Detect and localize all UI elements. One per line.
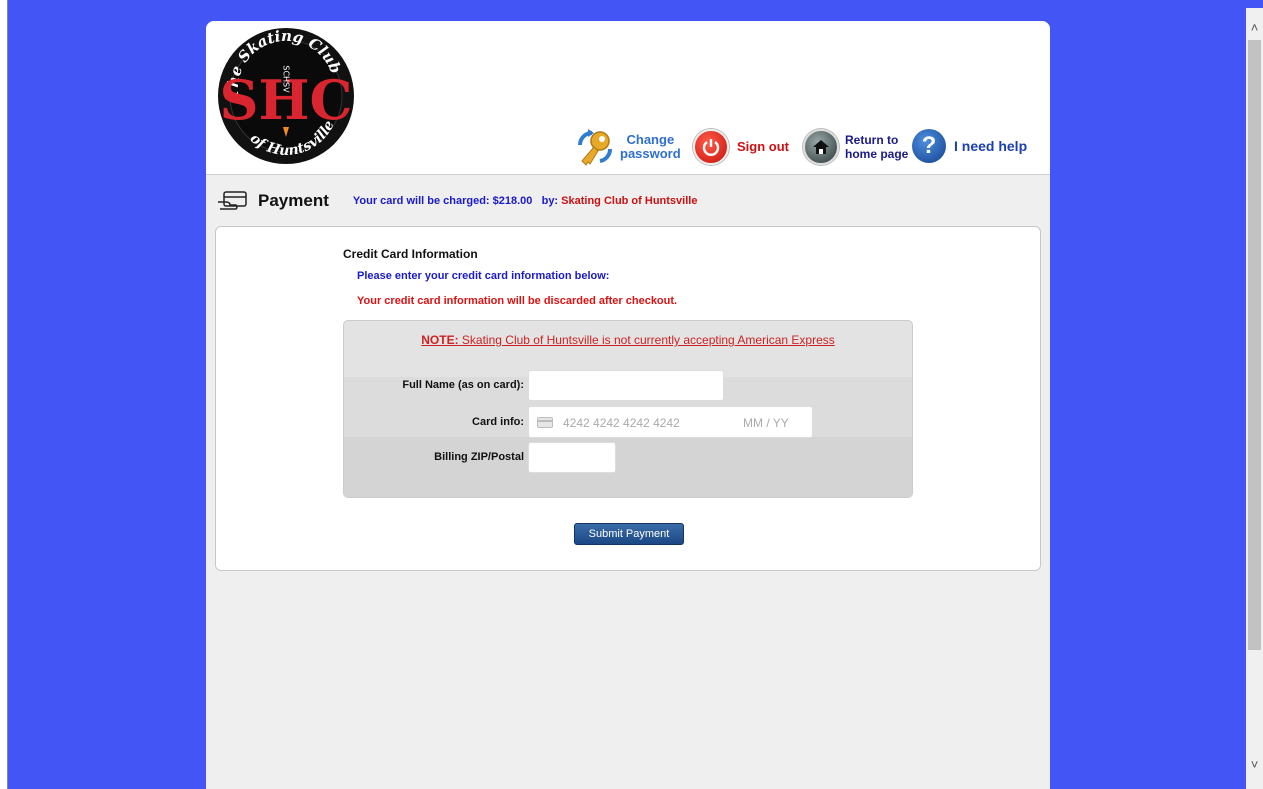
- help-label: I need help: [954, 138, 1028, 154]
- charge-organization: Skating Club of Huntsville: [561, 195, 698, 207]
- question-icon: ?: [912, 129, 946, 163]
- browser-top-strip: [8, 0, 1246, 8]
- full-name-label: Full Name (as on card):: [402, 379, 524, 391]
- card-info-label: Card info:: [472, 416, 524, 428]
- change-password-button[interactable]: Change password: [574, 127, 681, 167]
- credit-card-warning: Your credit card information will be dis…: [357, 295, 678, 307]
- help-button[interactable]: ? I need help: [912, 129, 1027, 163]
- return-home-line1: Return to: [845, 133, 899, 147]
- sign-out-label: Sign out: [737, 139, 789, 154]
- charge-summary: Your card will be charged: $218.00 by: S…: [353, 195, 698, 207]
- payment-title: Payment: [258, 191, 329, 210]
- home-icon: [803, 129, 839, 165]
- note-text: Skating Club of Huntsville is not curren…: [461, 333, 835, 347]
- credit-card-title: Credit Card Information: [343, 247, 478, 261]
- charge-prefix: Your card will be charged:: [352, 195, 490, 207]
- power-icon: [693, 129, 729, 165]
- submit-payment-button[interactable]: Submit Payment: [574, 523, 684, 545]
- page-container: The Skating Club of Huntsville SHC SCHSV…: [206, 21, 1050, 789]
- payment-header: Payment Your card will be charged: $218.…: [216, 187, 697, 215]
- credit-card-panel: Credit Card Information Please enter you…: [215, 226, 1041, 571]
- amex-note: NOTE: Skating Club of Huntsville is not …: [344, 333, 912, 347]
- scroll-up-arrow-icon[interactable]: ˄: [1246, 18, 1263, 38]
- site-header: The Skating Club of Huntsville SHC SCHSV…: [206, 21, 1050, 175]
- key-icon: [578, 129, 613, 166]
- browser-left-edge: [0, 0, 8, 789]
- hand-card-icon: [218, 191, 247, 210]
- zip-input[interactable]: [528, 442, 616, 473]
- sign-out-button[interactable]: Sign out: [693, 129, 789, 165]
- change-password-line1: Change: [626, 132, 675, 147]
- skating-club-logo[interactable]: The Skating Club of Huntsville SHC SCHSV: [217, 27, 355, 165]
- return-home-button[interactable]: Return to home page: [803, 129, 908, 165]
- change-password-line2: password: [620, 146, 681, 161]
- full-name-input[interactable]: [528, 370, 724, 401]
- charge-by: by:: [541, 195, 559, 207]
- zip-label: Billing ZIP/Postal: [434, 451, 524, 463]
- return-home-line2: home page: [845, 147, 909, 161]
- credit-card-icon: [537, 417, 553, 428]
- card-number-placeholder[interactable]: 4242 4242 4242 4242: [563, 416, 680, 430]
- card-info-input[interactable]: 4242 4242 4242 4242 MM / YY: [528, 406, 813, 438]
- form-band-2: [344, 437, 912, 497]
- scrollbar-thumb[interactable]: [1248, 40, 1261, 650]
- credit-card-instruction: Please enter your credit card informatio…: [357, 270, 610, 282]
- card-form: NOTE: Skating Club of Huntsville is not …: [343, 320, 913, 498]
- charge-amount: $218.00: [492, 195, 533, 207]
- logo-vertical-text: SCHSV: [282, 65, 291, 93]
- scroll-down-arrow-icon[interactable]: ˅: [1246, 755, 1263, 775]
- note-label: NOTE:: [421, 333, 459, 347]
- expiry-placeholder[interactable]: MM / YY: [743, 416, 789, 430]
